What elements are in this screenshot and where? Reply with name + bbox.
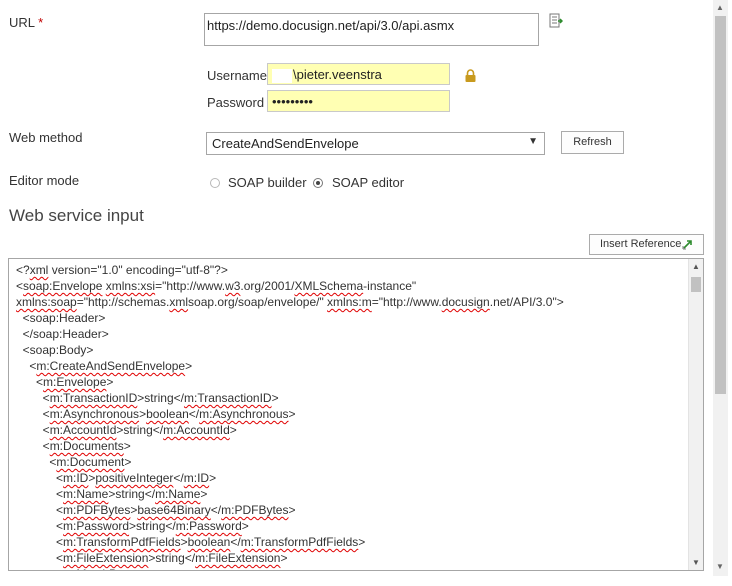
required-mark: * <box>38 15 44 30</box>
code-line: <m:FileExtension>string</m:FileExtension… <box>16 551 288 565</box>
web-service-input-title: Web service input <box>9 206 144 225</box>
code-line: <soap:Envelope xmlns:xsi="http://www.w3.… <box>16 279 417 293</box>
web-method-label: Web method <box>9 130 83 145</box>
scroll-up-icon[interactable]: ▲ <box>692 262 700 271</box>
page-scrollbar[interactable]: ▲ ▼ <box>713 0 728 576</box>
page-scroll-up-icon[interactable]: ▲ <box>716 3 724 12</box>
code-line: </soap:Header> <box>16 327 109 341</box>
password-label: Password <box>207 95 265 110</box>
username-label: Username <box>207 68 267 83</box>
code-line: <soap:Header> <box>16 311 106 325</box>
username-input[interactable]: \pieter.veenstra <box>267 63 450 85</box>
insert-arrow-icon <box>682 240 692 250</box>
code-line: <m:PDFBytes>base64Binary</m:PDFBytes> <box>16 503 296 517</box>
code-line: <m:Name>string</m:Name> <box>16 487 208 501</box>
lock-icon <box>465 69 476 82</box>
page-scroll-down-icon[interactable]: ▼ <box>716 562 724 571</box>
soap-xml-editor[interactable]: <?xml version="1.0" encoding="utf-8"?> <s… <box>8 258 704 571</box>
code-line: <?xml version="1.0" encoding="utf-8"?> <box>16 263 228 277</box>
refresh-button[interactable]: Refresh <box>561 131 624 154</box>
code-line: <m:ID>positiveInteger</m:ID> <box>16 471 217 485</box>
redacted-domain <box>272 68 292 83</box>
code-line: xmlns:soap="http://schemas.xmlsoap.org/s… <box>16 295 564 309</box>
web-method-select[interactable]: CreateAndSendEnvelope ▼ <box>206 132 545 155</box>
url-input[interactable]: https://demo.docusign.net/api/3.0/api.as… <box>204 13 539 46</box>
editor-scroll-thumb[interactable] <box>691 277 701 292</box>
password-input[interactable]: ••••••••• <box>267 90 450 112</box>
soap-builder-label[interactable]: SOAP builder <box>228 175 307 190</box>
code-line: <m:TransformPdfFields>boolean</m:Transfo… <box>16 535 366 549</box>
code-line: <m:Envelope> <box>16 375 114 389</box>
code-line: <m:Documents> <box>16 439 131 453</box>
soap-editor-radio[interactable] <box>313 178 323 188</box>
editor-mode-label: Editor mode <box>9 173 80 188</box>
code-line: <m:Document> <box>16 455 132 469</box>
chevron-down-icon: ▼ <box>528 136 538 147</box>
soap-builder-radio[interactable] <box>210 178 220 188</box>
code-line: <m:Password>string</m:Password> <box>16 519 249 533</box>
insert-reference-button[interactable]: Insert Reference <box>589 234 704 255</box>
editor-scrollbar[interactable]: ▲ ▼ <box>688 259 703 570</box>
page-scroll-thumb[interactable] <box>715 16 726 394</box>
code-line: <m:MatchBoxes> <box>16 566 686 570</box>
code-line: <m:TransactionID>string</m:TransactionID… <box>16 391 279 405</box>
code-line: <m:Asynchronous>boolean</m:Asynchronous> <box>16 407 296 421</box>
code-line: <soap:Body> <box>16 343 94 357</box>
soap-editor-label[interactable]: SOAP editor <box>332 175 404 190</box>
code-line: <m:CreateAndSendEnvelope> <box>16 359 193 373</box>
url-label: URL * <box>9 15 44 30</box>
code-line: <m:AccountId>string</m:AccountId> <box>16 423 237 437</box>
soap-xml-code[interactable]: <?xml version="1.0" encoding="utf-8"?> <s… <box>16 262 686 570</box>
document-list-icon[interactable] <box>549 13 563 29</box>
scroll-down-icon[interactable]: ▼ <box>692 558 700 567</box>
